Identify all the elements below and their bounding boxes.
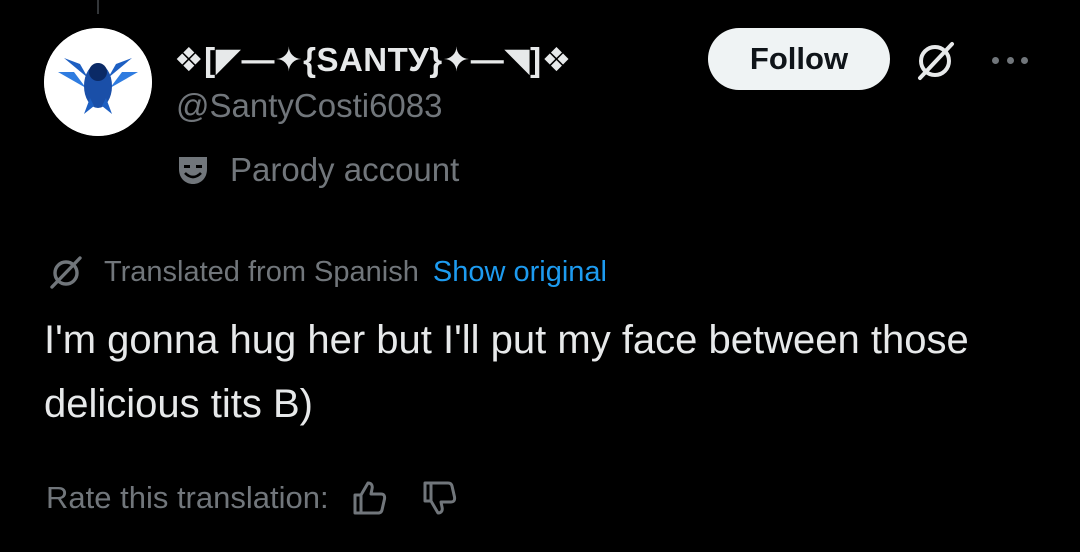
thread-connector-line [97, 0, 99, 14]
parody-label: Parody account [230, 151, 460, 188]
rate-translation-label: Rate this translation: [46, 480, 329, 515]
post-text: I'm gonna hug her but I'll put my face b… [44, 318, 969, 426]
more-dot [1006, 56, 1014, 64]
more-dot [1021, 56, 1028, 64]
translated-from-label: Translated from Spanish [104, 255, 419, 288]
grok-translate-icon [50, 256, 82, 289]
parody-badge: Parody account [176, 148, 459, 192]
blue-winged-emblem-icon [44, 28, 152, 136]
display-name[interactable]: ❖[◤—✦{SANTУ}✦—◥]❖ [174, 36, 572, 84]
translation-notice: Translated from Spanish Show original [46, 250, 607, 294]
rate-translation: Rate this translation: [46, 474, 489, 522]
thumbs-up-icon[interactable] [349, 478, 389, 518]
thumbs-down-icon[interactable] [419, 478, 459, 518]
parody-mask-icon [179, 157, 207, 184]
user-handle[interactable]: @SantyCosti6083 [176, 84, 442, 128]
grok-icon[interactable] [912, 36, 960, 84]
more-options-icon[interactable] [988, 42, 1032, 78]
more-dot [992, 56, 999, 64]
follow-button[interactable]: Follow [708, 28, 890, 90]
show-original-link[interactable]: Show original [433, 256, 607, 289]
avatar[interactable] [44, 28, 152, 136]
